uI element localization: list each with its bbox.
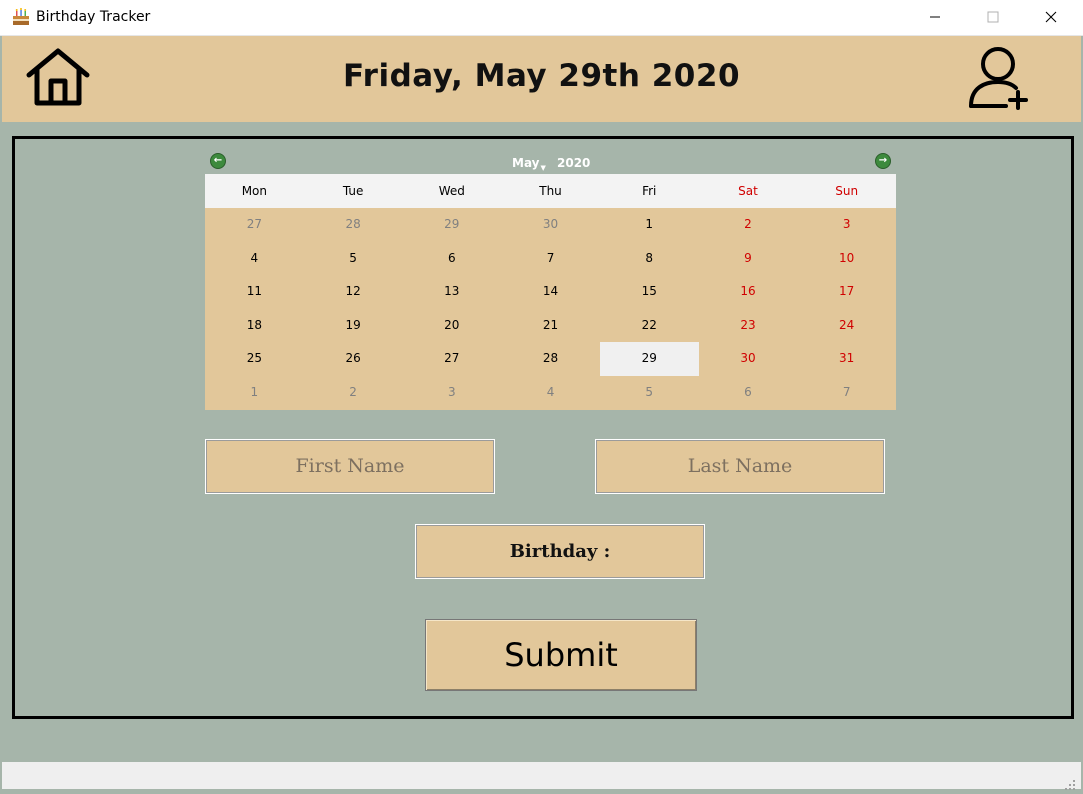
calendar-grid: 27 28 29 30 1 2 3 4 5 6 7 8 9 10 11 12 13 14 15 16 17 18 19 20 2… (205, 208, 896, 410)
calendar-header: ← May▼ 2020 → (205, 150, 896, 174)
weekday-label: Fri (642, 184, 657, 198)
calendar-day[interactable]: 7 (501, 242, 600, 276)
calendar-day[interactable]: 24 (797, 309, 896, 343)
arrow-left-circle-icon[interactable]: ← (210, 153, 226, 169)
calendar-day[interactable]: 19 (304, 309, 403, 343)
calendar-day[interactable]: 31 (797, 342, 896, 376)
weekday-label: Tue (342, 184, 364, 198)
calendar-day[interactable]: 4 (205, 242, 304, 276)
calendar-day[interactable]: 16 (699, 275, 798, 309)
weekday-label: Thu (539, 184, 562, 198)
resize-grip-icon[interactable] (1065, 775, 1075, 790)
month-label: May (512, 156, 540, 170)
weekday-label: Mon (241, 184, 268, 198)
page-title: Friday, May 29th 2020 (342, 58, 741, 94)
minimize-icon (929, 8, 941, 27)
calendar-day[interactable]: 26 (304, 342, 403, 376)
calendar-day[interactable]: 8 (600, 242, 699, 276)
submit-button[interactable]: Submit (425, 619, 697, 691)
chevron-down-icon: ▼ (540, 164, 546, 172)
calendar-month-select[interactable]: May▼ (512, 156, 546, 172)
calendar-week-row: 18 19 20 21 22 23 24 (205, 309, 896, 343)
calendar-day[interactable]: 3 (402, 376, 501, 410)
calendar-day[interactable]: 18 (205, 309, 304, 343)
calendar-day[interactable]: 5 (600, 376, 699, 410)
birthday-field[interactable]: Birthday : (415, 524, 705, 579)
calendar-day[interactable]: 15 (600, 275, 699, 309)
calendar-day[interactable]: 27 (205, 208, 304, 242)
calendar-day[interactable]: 2 (699, 208, 798, 242)
first-name-field[interactable]: First Name (205, 439, 495, 494)
close-icon (1045, 8, 1057, 27)
calendar-week-row: 11 12 13 14 15 16 17 (205, 275, 896, 309)
calendar-day[interactable]: 29 (402, 208, 501, 242)
maximize-button[interactable] (970, 0, 1016, 35)
calendar-day[interactable]: 28 (501, 342, 600, 376)
calendar-day[interactable]: 3 (797, 208, 896, 242)
calendar-day[interactable]: 30 (699, 342, 798, 376)
calendar-day[interactable]: 14 (501, 275, 600, 309)
calendar-day[interactable]: 29 (599, 342, 699, 376)
calendar-year-label[interactable]: 2020 (557, 156, 590, 170)
calendar-day[interactable]: 21 (501, 309, 600, 343)
calendar-day[interactable]: 11 (205, 275, 304, 309)
calendar-day[interactable]: 1 (600, 208, 699, 242)
add-user-icon (966, 44, 1032, 114)
weekday-label: Sun (835, 184, 859, 198)
minimize-button[interactable] (912, 0, 958, 35)
calendar-day[interactable]: 7 (797, 376, 896, 410)
calendar-day[interactable]: 6 (699, 376, 798, 410)
window-title: Birthday Tracker (36, 9, 151, 25)
calendar-day[interactable]: 20 (402, 309, 501, 343)
birthday-cake-icon (11, 7, 31, 27)
arrow-right-circle-icon[interactable]: → (875, 153, 891, 169)
calendar-weekday-row: Mon Tue Wed Thu Fri Sat Sun (205, 174, 896, 208)
calendar-day[interactable]: 6 (402, 242, 501, 276)
calendar-day[interactable]: 13 (402, 275, 501, 309)
add-user-button[interactable] (964, 44, 1034, 114)
calendar-day[interactable]: 9 (699, 242, 798, 276)
calendar-day[interactable]: 27 (402, 342, 501, 376)
calendar-day[interactable]: 12 (304, 275, 403, 309)
calendar-week-row: 25 26 27 28 29 30 31 (205, 342, 896, 376)
weekday-label: Sat (738, 184, 758, 198)
header-bar: Friday, May 29th 2020 (2, 36, 1081, 122)
close-button[interactable] (1028, 0, 1074, 35)
calendar-day[interactable]: 2 (304, 376, 403, 410)
calendar-week-row: 27 28 29 30 1 2 3 (205, 208, 896, 242)
calendar-week-row: 1234567 (205, 376, 896, 410)
calendar-day[interactable]: 4 (501, 376, 600, 410)
maximize-icon (987, 8, 999, 27)
calendar-day[interactable]: 23 (699, 309, 798, 343)
calendar-day[interactable]: 17 (797, 275, 896, 309)
calendar-day[interactable]: 1 (205, 376, 304, 410)
calendar-day[interactable]: 22 (600, 309, 699, 343)
last-name-field[interactable]: Last Name (595, 439, 885, 494)
calendar-day[interactable]: 10 (797, 242, 896, 276)
title-bar: Birthday Tracker (0, 0, 1083, 36)
calendar-day[interactable]: 25 (205, 342, 304, 376)
calendar-day[interactable]: 28 (304, 208, 403, 242)
calendar-day[interactable]: 30 (501, 208, 600, 242)
calendar-day[interactable]: 5 (304, 242, 403, 276)
calendar-week-row: 4 5 6 7 8 9 10 (205, 242, 896, 276)
weekday-label: Wed (438, 184, 465, 198)
status-bar (2, 762, 1081, 790)
